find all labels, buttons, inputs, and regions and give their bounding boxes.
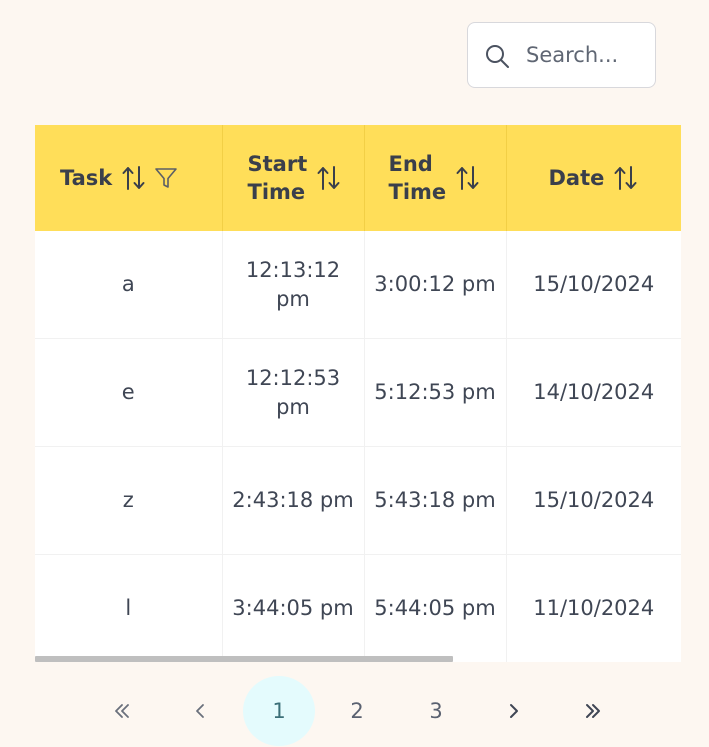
column-header-task[interactable]: Task	[35, 125, 223, 231]
page-button-2[interactable]: 2	[321, 676, 393, 746]
cell-task: a	[35, 231, 223, 340]
cell-date: 15/10/2024	[506, 231, 681, 340]
column-header-label: Start Time	[248, 150, 308, 206]
column-header-label-line1: End	[388, 152, 433, 176]
search-icon	[486, 45, 509, 68]
horizontal-scrollbar[interactable]	[35, 656, 453, 662]
cell-task: e	[35, 338, 223, 447]
cell-end-time: 5:44:05 pm	[364, 554, 507, 662]
data-table: Task Start Time End Time Date a 12:13:12…	[35, 125, 681, 662]
column-header-label: Date	[548, 166, 605, 190]
cell-end-time: 5:12:53 pm	[364, 338, 507, 447]
cell-date: 14/10/2024	[506, 338, 681, 447]
column-header-end-time[interactable]: End Time	[364, 125, 507, 231]
column-header-label: End Time	[389, 150, 447, 206]
table-header-row: Task Start Time End Time Date	[35, 125, 681, 231]
cell-end-time: 5:43:18 pm	[364, 446, 507, 555]
prev-page-icon	[196, 704, 204, 718]
cell-task: l	[35, 554, 223, 662]
cell-start-time: 12:13:12 pm	[222, 231, 365, 340]
last-page-icon	[586, 704, 600, 718]
pagination: 1 2 3	[0, 676, 709, 746]
column-header-label-line2: Time	[388, 180, 447, 204]
column-header-start-time[interactable]: Start Time	[222, 125, 365, 231]
column-header-date[interactable]: Date	[506, 125, 681, 231]
search-box[interactable]	[467, 22, 656, 88]
table-row[interactable]: l 3:44:05 pm 5:44:05 pm 11/10/2024	[35, 554, 681, 662]
column-header-label: Task	[60, 166, 113, 190]
cell-start-time: 12:12:53 pm	[222, 338, 365, 447]
table-row[interactable]: e 12:12:53 pm 5:12:53 pm 14/10/2024	[35, 338, 681, 447]
cell-date: 15/10/2024	[506, 446, 681, 555]
first-page-button[interactable]	[86, 676, 158, 746]
sort-icon[interactable]	[122, 165, 146, 191]
column-header-label-line1: Start	[247, 152, 308, 176]
filter-icon[interactable]	[154, 166, 178, 190]
cell-start-time: 2:43:18 pm	[222, 446, 365, 555]
sort-icon[interactable]	[614, 165, 638, 191]
sort-icon[interactable]	[317, 165, 341, 191]
cell-task: z	[35, 446, 223, 555]
search-input[interactable]	[526, 23, 650, 87]
table-row[interactable]: z 2:43:18 pm 5:43:18 pm 15/10/2024	[35, 446, 681, 555]
cell-end-time: 3:00:12 pm	[364, 231, 507, 340]
page-button-3[interactable]: 3	[400, 676, 472, 746]
prev-page-button[interactable]	[164, 676, 236, 746]
next-page-icon	[510, 704, 518, 718]
page: Task Start	[0, 0, 709, 747]
cell-start-time: 3:44:05 pm	[222, 554, 365, 662]
next-page-button[interactable]	[478, 676, 550, 746]
sort-icon[interactable]	[456, 165, 480, 191]
last-page-button[interactable]	[557, 676, 629, 746]
page-button-1[interactable]: 1	[243, 676, 315, 746]
cell-date: 11/10/2024	[506, 554, 681, 662]
first-page-icon	[115, 704, 129, 718]
column-header-label-line2: Time	[247, 180, 306, 204]
table-row[interactable]: a 12:13:12 pm 3:00:12 pm 15/10/2024	[35, 231, 681, 340]
